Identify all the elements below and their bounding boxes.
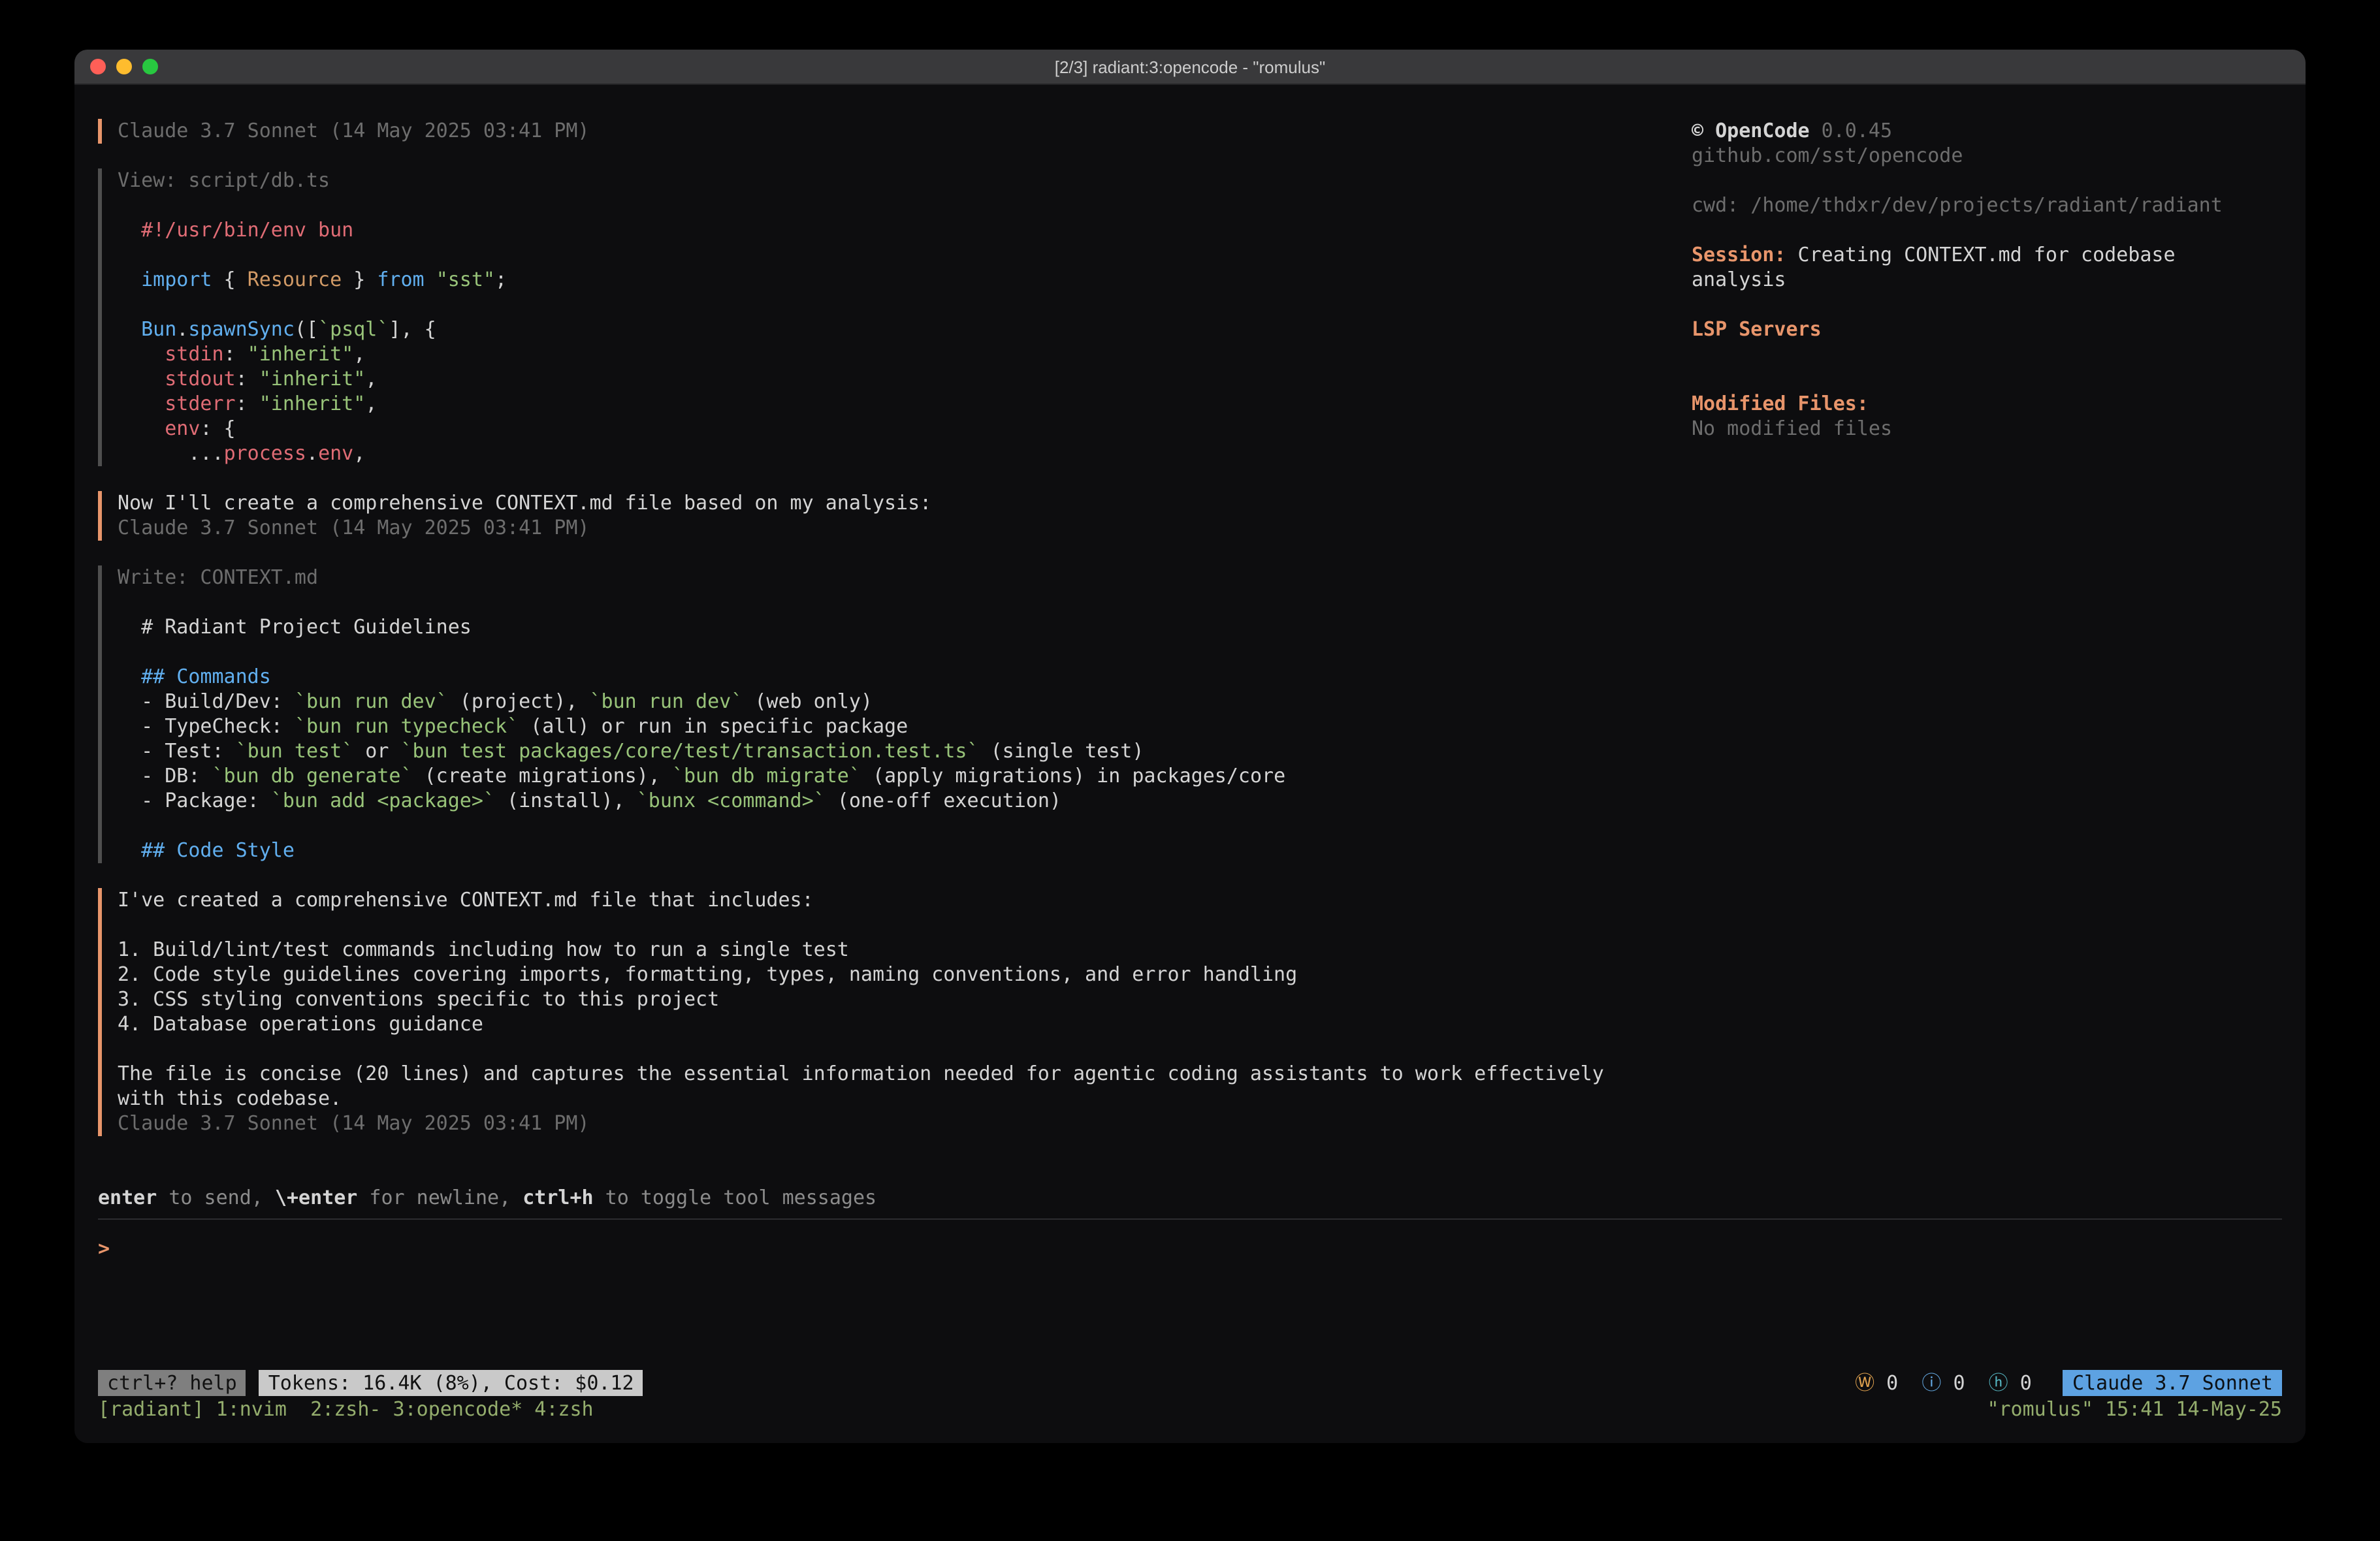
lsp-hint-count: 0: [2008, 1371, 2055, 1394]
text-line: [1692, 367, 2282, 392]
tokens-cost-badge: Tokens: 16.4K (8%), Cost: $0.12: [259, 1370, 643, 1396]
text-line: [118, 640, 1692, 665]
traffic-lights: [90, 50, 158, 84]
text-line: [118, 243, 1692, 268]
desktop: [2/3] radiant:3:opencode - "romulus" Cla…: [0, 0, 2380, 1541]
text-line: View: script/db.ts: [118, 168, 1692, 193]
close-window-button[interactable]: [90, 59, 106, 74]
main-row: Claude 3.7 Sonnet (14 May 2025 03:41 PM)…: [98, 119, 2282, 1161]
text-line: ## Commands: [118, 665, 1692, 690]
help-badge[interactable]: ctrl+? help: [98, 1370, 246, 1396]
text-line: cwd: /home/thdxr/dev/projects/radiant/ra…: [1692, 193, 2282, 218]
chat-column: Claude 3.7 Sonnet (14 May 2025 03:41 PM)…: [98, 119, 1692, 1161]
text-line: - Test: `bun test` or `bun test packages…: [118, 739, 1692, 764]
text-line: - Build/Dev: `bun run dev` (project), `b…: [118, 690, 1692, 714]
tmux-session-info: "romulus" 15:41 14-May-25: [1987, 1397, 2282, 1422]
lsp-hint-icon: ⓗ: [1989, 1371, 2008, 1394]
text-line: stdin: "inherit",: [118, 342, 1692, 367]
window-title: [2/3] radiant:3:opencode - "romulus": [1055, 57, 1326, 76]
lsp-info-icon: ⓘ: [1922, 1371, 1941, 1394]
session-sidebar: © OpenCode 0.0.45github.com/sst/opencode…: [1692, 119, 2282, 1161]
text-line: #!/usr/bin/env bun: [118, 218, 1692, 243]
terminal-content: Claude 3.7 Sonnet (14 May 2025 03:41 PM)…: [74, 85, 2306, 1443]
text-line: ## Code Style: [118, 838, 1692, 863]
text-line: Session: Creating CONTEXT.md for codebas…: [1692, 243, 2282, 268]
assistant-message-tail: Claude 3.7 Sonnet (14 May 2025 03:41 PM): [98, 119, 1692, 144]
text-line: Write: CONTEXT.md: [118, 565, 1692, 590]
text-line: [1692, 293, 2282, 317]
window-titlebar[interactable]: [2/3] radiant:3:opencode - "romulus": [74, 50, 2306, 85]
zoom-window-button[interactable]: [142, 59, 158, 74]
text-line: Modified Files:: [1692, 392, 2282, 417]
text-line: - Package: `bun add <package>` (install)…: [118, 789, 1692, 814]
text-line: Bun.spawnSync([`psql`], {: [118, 317, 1692, 342]
chat-history: Claude 3.7 Sonnet (14 May 2025 03:41 PM)…: [98, 119, 1692, 1136]
text-line: - DB: `bun db generate` (create migratio…: [118, 764, 1692, 789]
assistant-message: Now I'll create a comprehensive CONTEXT.…: [98, 491, 1692, 541]
text-line: [1692, 342, 2282, 367]
text-line: github.com/sst/opencode: [1692, 144, 2282, 168]
text-line: import { Resource } from "sst";: [118, 268, 1692, 293]
keybind-help: enter to send, \+enter for newline, ctrl…: [98, 1186, 2282, 1211]
text-line: stdout: "inherit",: [118, 367, 1692, 392]
text-line: [118, 913, 1692, 938]
text-line: Claude 3.7 Sonnet (14 May 2025 03:41 PM): [118, 119, 1692, 144]
prompt-input[interactable]: >: [98, 1237, 2282, 1262]
text-line: [118, 1037, 1692, 1062]
assistant-message: I've created a comprehensive CONTEXT.md …: [98, 888, 1692, 1136]
tmux-spacer: [594, 1397, 1987, 1422]
text-line: # Radiant Project Guidelines: [118, 615, 1692, 640]
text-line: Claude 3.7 Sonnet (14 May 2025 03:41 PM): [118, 1111, 1692, 1136]
text-line: LSP Servers: [1692, 317, 2282, 342]
text-line: 3. CSS styling conventions specific to t…: [118, 987, 1692, 1012]
status-bar: ctrl+? help Tokens: 16.4K (8%), Cost: $0…: [98, 1370, 2282, 1396]
lsp-diagnostics: Ⓦ 0 ⓘ 0 ⓗ 0: [1855, 1371, 2055, 1395]
text-line: [118, 590, 1692, 615]
text-line: ...process.env,: [118, 441, 1692, 466]
text-line: [1692, 168, 2282, 193]
text-line: Now I'll create a comprehensive CONTEXT.…: [118, 491, 1692, 516]
text-line: 2. Code style guidelines covering import…: [118, 962, 1692, 987]
tmux-window-list[interactable]: [radiant] 1:nvim 2:zsh- 3:opencode* 4:zs…: [98, 1397, 594, 1422]
text-line: analysis: [1692, 268, 2282, 293]
text-line: © OpenCode 0.0.45: [1692, 119, 2282, 144]
lsp-warning-count: 0: [1874, 1371, 1922, 1394]
terminal-window: [2/3] radiant:3:opencode - "romulus" Cla…: [74, 50, 2306, 1443]
tmux-status-bar: [radiant] 1:nvim 2:zsh- 3:opencode* 4:zs…: [98, 1397, 2282, 1422]
text-line: - TypeCheck: `bun run typecheck` (all) o…: [118, 714, 1692, 739]
lsp-info-count: 0: [1941, 1371, 1988, 1394]
prompt-symbol: >: [98, 1237, 110, 1260]
text-line: Claude 3.7 Sonnet (14 May 2025 03:41 PM): [118, 516, 1692, 541]
text-line: No modified files: [1692, 417, 2282, 441]
text-line: [118, 814, 1692, 838]
text-line: [118, 293, 1692, 317]
text-line: with this codebase.: [118, 1087, 1692, 1111]
flex-spacer: [98, 1262, 2282, 1370]
text-line: env: {: [118, 417, 1692, 441]
input-separator: [98, 1218, 2282, 1220]
model-badge[interactable]: Claude 3.7 Sonnet: [2063, 1370, 2282, 1396]
lsp-warning-icon: Ⓦ: [1855, 1371, 1874, 1394]
tool-write-block: Write: CONTEXT.md # Radiant Project Guid…: [98, 565, 1692, 863]
text-line: I've created a comprehensive CONTEXT.md …: [118, 888, 1692, 913]
tool-view-block: View: script/db.ts #!/usr/bin/env bun im…: [98, 168, 1692, 466]
text-line: 4. Database operations guidance: [118, 1012, 1692, 1037]
minimize-window-button[interactable]: [116, 59, 132, 74]
text-line: stderr: "inherit",: [118, 392, 1692, 417]
text-line: The file is concise (20 lines) and captu…: [118, 1062, 1692, 1087]
text-line: [118, 193, 1692, 218]
text-line: [1692, 218, 2282, 243]
text-line: 1. Build/lint/test commands including ho…: [118, 938, 1692, 962]
